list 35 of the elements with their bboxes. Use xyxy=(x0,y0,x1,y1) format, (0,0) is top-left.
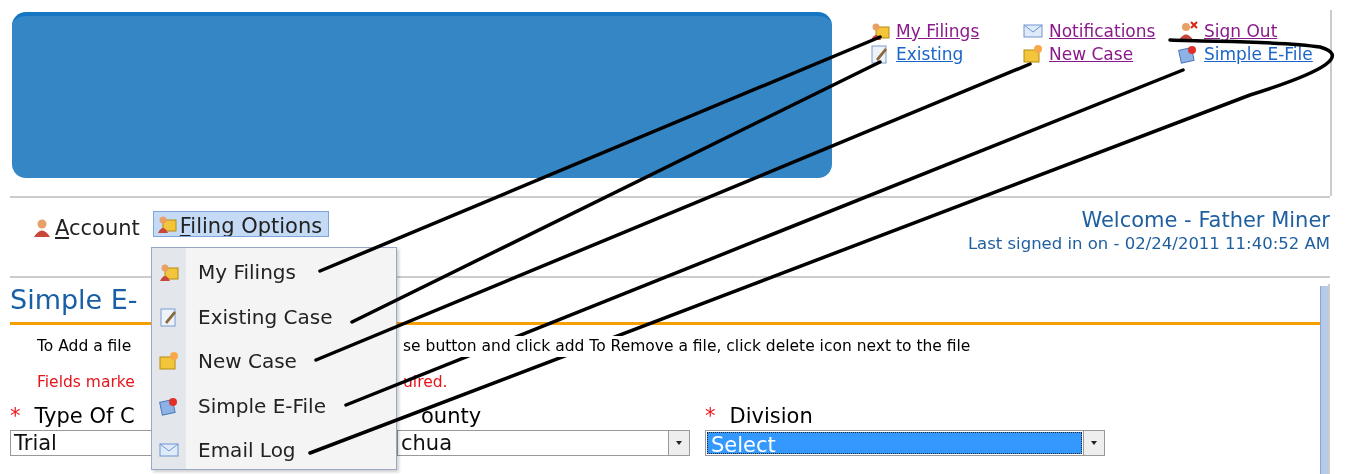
instruction-text: se button and click add To Remove a file, click delete icon next to the file xyxy=(403,337,971,355)
header-link[interactable]: New Case xyxy=(1023,42,1134,65)
menu-button[interactable]: Account xyxy=(28,211,147,245)
person-cross-icon xyxy=(1178,20,1198,41)
document-pin-icon xyxy=(159,395,179,416)
menu-item[interactable]: My Filings xyxy=(152,250,396,295)
person-icon xyxy=(32,218,52,238)
required-asterisk: * xyxy=(10,404,21,428)
pencil-icon xyxy=(870,43,890,64)
menu-item[interactable]: New Case xyxy=(152,339,396,384)
field-label: ounty xyxy=(421,404,482,428)
folder-star-icon xyxy=(159,351,179,372)
document-pin-icon xyxy=(1178,43,1198,64)
required-asterisk: * xyxy=(705,404,716,428)
last-signed-text: Last signed in on - 02/24/2011 11:40:52 AM xyxy=(967,234,1330,253)
header-link[interactable]: Sign Out xyxy=(1178,19,1278,42)
header-link[interactable]: Existing xyxy=(870,42,964,65)
instruction-text: To Add a file xyxy=(37,337,133,355)
menu-item[interactable]: Existing Case xyxy=(152,294,396,339)
select-field[interactable]: chua xyxy=(397,430,690,456)
header-link[interactable]: Simple E-File xyxy=(1178,42,1313,65)
field-label: Type Of C xyxy=(34,404,135,428)
welcome-text: Welcome - Father Miner xyxy=(1080,208,1330,232)
menu-item[interactable]: Simple E-File xyxy=(152,383,396,428)
folder-person-icon xyxy=(159,262,179,283)
pencil-icon xyxy=(159,306,179,327)
scrollbar[interactable] xyxy=(1320,286,1328,474)
folder-star-icon xyxy=(1023,43,1043,64)
required-note: Fields marke xyxy=(37,373,136,391)
header-link[interactable]: My Filings xyxy=(870,19,980,42)
header-link[interactable]: Notifications xyxy=(1023,19,1156,42)
field-label: Division xyxy=(729,404,813,428)
page-title: Simple E- xyxy=(10,284,138,317)
folder-person-icon xyxy=(156,214,177,234)
menu-item[interactable]: Email Log xyxy=(152,428,396,473)
